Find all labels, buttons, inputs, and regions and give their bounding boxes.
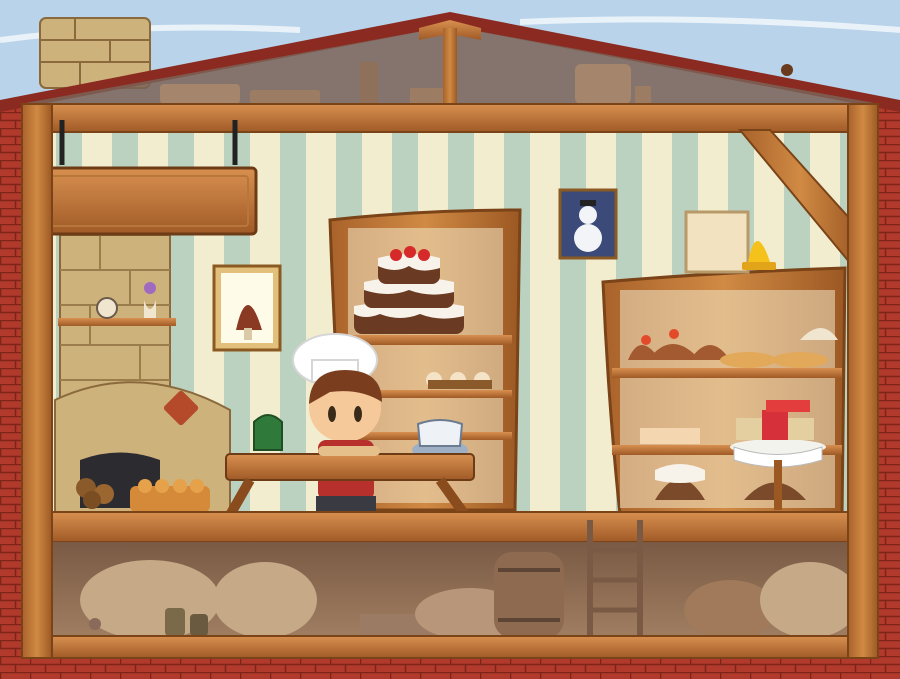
bottom-beam — [21, 635, 879, 659]
floor-beam — [21, 511, 879, 543]
pastry-shelf — [601, 266, 847, 517]
top-beam — [21, 103, 879, 133]
bakery-illustration — [0, 0, 900, 679]
game-scene — [0, 0, 900, 679]
snowman-painting — [558, 188, 618, 260]
green-kettle — [253, 414, 283, 451]
cake-painting — [212, 264, 282, 352]
